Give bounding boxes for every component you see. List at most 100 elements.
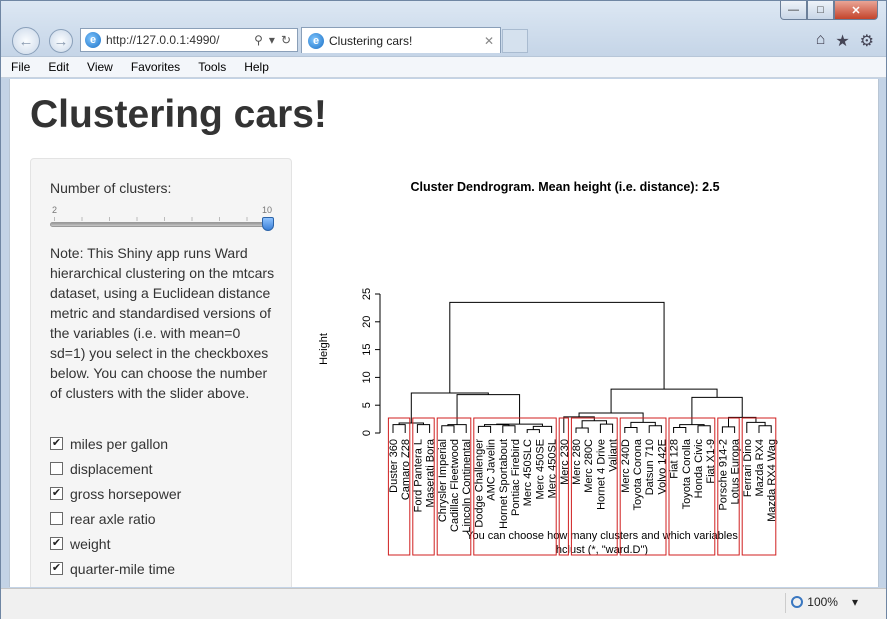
- dendrogram-link: [610, 388, 718, 413]
- dendrogram-link: [392, 424, 406, 433]
- zoom-dropdown-icon[interactable]: ▾: [852, 595, 858, 609]
- y-tick-label: 5: [361, 402, 373, 408]
- slider-track[interactable]: [50, 222, 274, 227]
- clusters-slider[interactable]: 2 10: [50, 205, 274, 235]
- checkbox-label: miles per gallon: [70, 435, 169, 452]
- address-bar[interactable]: e http://127.0.0.1:4990/ ⚲ ▾ ↻: [80, 28, 298, 52]
- y-tick-label: 25: [361, 288, 373, 300]
- dendrogram-link: [441, 425, 455, 433]
- leaf-label: Mazda RX4 Wag: [766, 439, 778, 522]
- address-url: http://127.0.0.1:4990/: [106, 33, 220, 47]
- tab-title: Clustering cars!: [329, 33, 413, 48]
- y-tick-label: 15: [361, 343, 373, 355]
- favorites-star-icon[interactable]: ★: [835, 31, 849, 51]
- window-controls: — □ ✕: [780, 1, 878, 20]
- checkbox-row[interactable]: ✔ gross horsepower: [50, 481, 181, 506]
- checkbox-checked[interactable]: ✔: [50, 487, 63, 500]
- leaf-label: Camaro Z28: [400, 439, 412, 500]
- dendrogram-link: [721, 426, 736, 433]
- leaf-label: Lincoln Continental: [461, 439, 473, 533]
- dendrogram-link: [575, 427, 589, 433]
- leaf-label: Fiat X1-9: [705, 439, 717, 484]
- chart-subtitle: You can choose how many clusters and whi…: [466, 530, 738, 542]
- y-axis-label: Height: [318, 333, 330, 365]
- leaf-label: Volvo 142E: [656, 439, 668, 495]
- back-button[interactable]: ←: [12, 27, 40, 55]
- checkbox-checked[interactable]: ✔: [50, 562, 63, 575]
- dendrogram-link: [599, 423, 614, 433]
- forward-arrow-icon: →: [53, 32, 69, 50]
- menu-item-help[interactable]: Help: [244, 60, 269, 74]
- checkbox-unchecked[interactable]: [50, 462, 63, 475]
- leaf-label: Merc 450SL: [547, 439, 559, 498]
- leaf-label: Honda Civic: [693, 439, 705, 499]
- checkbox-label: weight: [70, 535, 111, 552]
- new-tab-button[interactable]: [502, 29, 528, 53]
- leaf-label: Ford Pantera L: [412, 439, 424, 512]
- status-separator: [785, 593, 786, 613]
- leaf-label: Dodge Challenger: [473, 439, 485, 528]
- leaf-label: Merc 280: [571, 439, 583, 485]
- dendrogram-link: [746, 421, 766, 433]
- minimize-button[interactable]: —: [780, 1, 807, 20]
- checkbox-row[interactable]: ✔ quarter-mile time: [50, 556, 181, 581]
- help-note: Note: This Shiny app runs Ward hierarchi…: [50, 245, 275, 401]
- checkbox-checked[interactable]: ✔: [50, 437, 63, 450]
- leaf-label: Duster 360: [388, 439, 400, 493]
- dendrogram-links: [392, 301, 772, 433]
- zoom-icon: [791, 596, 804, 608]
- y-tick-label: 20: [361, 316, 373, 328]
- browser-window: — □ ✕ ← → e http://127.0.0.1:4990/ ⚲ ▾ ↻…: [0, 0, 887, 619]
- leaf-label: Hornet 4 Drive: [595, 439, 607, 510]
- tab-clustering-cars[interactable]: e Clustering cars! ✕: [301, 27, 501, 53]
- gear-icon[interactable]: ⚙: [860, 31, 874, 51]
- menu-item-view[interactable]: View: [87, 60, 113, 74]
- tab-favicon-icon: e: [308, 32, 324, 49]
- variable-checkboxes: ✔ miles per gallon displacement ✔ gross hors…: [50, 431, 181, 581]
- dendrogram-svg: Cluster Dendrogram. Mean height (i.e. di…: [318, 180, 778, 556]
- dropdown-icon[interactable]: ▾: [269, 33, 275, 47]
- dendrogram-link: [477, 425, 492, 433]
- tab-close-icon[interactable]: ✕: [484, 34, 494, 48]
- refresh-icon[interactable]: ↻: [281, 33, 291, 47]
- leaf-label: Maserati Bora: [425, 438, 437, 507]
- checkbox-row[interactable]: displacement: [50, 456, 181, 481]
- checkbox-label: rear axle ratio: [70, 510, 156, 527]
- checkbox-row[interactable]: ✔ miles per gallon: [50, 431, 181, 456]
- forward-button[interactable]: →: [49, 29, 73, 53]
- dendrogram-link: [624, 426, 638, 433]
- home-icon[interactable]: ⌂: [816, 31, 826, 51]
- slider-handle[interactable]: [262, 217, 274, 231]
- zoom-control[interactable]: 100% ▾: [791, 595, 858, 609]
- menu-item-file[interactable]: File: [11, 60, 30, 74]
- checkbox-row[interactable]: ✔ weight: [50, 531, 181, 556]
- menu-item-favorites[interactable]: Favorites: [131, 60, 180, 74]
- checkbox-unchecked[interactable]: [50, 512, 63, 525]
- leaf-label: Merc 230: [559, 439, 571, 485]
- dendrogram-link: [648, 425, 662, 433]
- leaf-labels: Duster 360 Camaro Z28 Ford Pantera L Masera…: [388, 438, 778, 532]
- leaf-label: Merc 240D: [620, 439, 632, 493]
- checkbox-row[interactable]: rear axle ratio: [50, 506, 181, 531]
- back-arrow-icon: ←: [18, 32, 34, 50]
- y-tick-label: 10: [361, 371, 373, 383]
- leaf-label: Toyota Corona: [632, 438, 644, 510]
- checkbox-checked[interactable]: ✔: [50, 537, 63, 550]
- menu-item-edit[interactable]: Edit: [48, 60, 69, 74]
- navigation-bar: ← → e http://127.0.0.1:4990/ ⚲ ▾ ↻ e Clu…: [1, 25, 886, 55]
- leaf-label: Porsche 914-2: [717, 439, 729, 511]
- leaf-label: Lotus Europa: [730, 438, 742, 504]
- dendrogram-link: [630, 421, 656, 428]
- close-window-button[interactable]: ✕: [834, 1, 878, 20]
- y-axis: 0 5 10 15 20 25: [361, 288, 381, 436]
- leaf-label: Chrysler Imperial: [437, 439, 449, 522]
- dendrogram-link: [691, 396, 743, 425]
- search-icon[interactable]: ⚲: [254, 33, 263, 47]
- leaf-label: Cadillac Fleetwood: [449, 439, 461, 532]
- checkbox-label: gross horsepower: [70, 485, 182, 502]
- checkbox-label: quarter-mile time: [70, 560, 176, 577]
- leaf-label: Mazda RX4: [754, 439, 766, 496]
- maximize-button[interactable]: □: [807, 1, 834, 20]
- menu-item-tools[interactable]: Tools: [198, 60, 226, 74]
- leaf-label: Merc 450SLC: [522, 439, 534, 506]
